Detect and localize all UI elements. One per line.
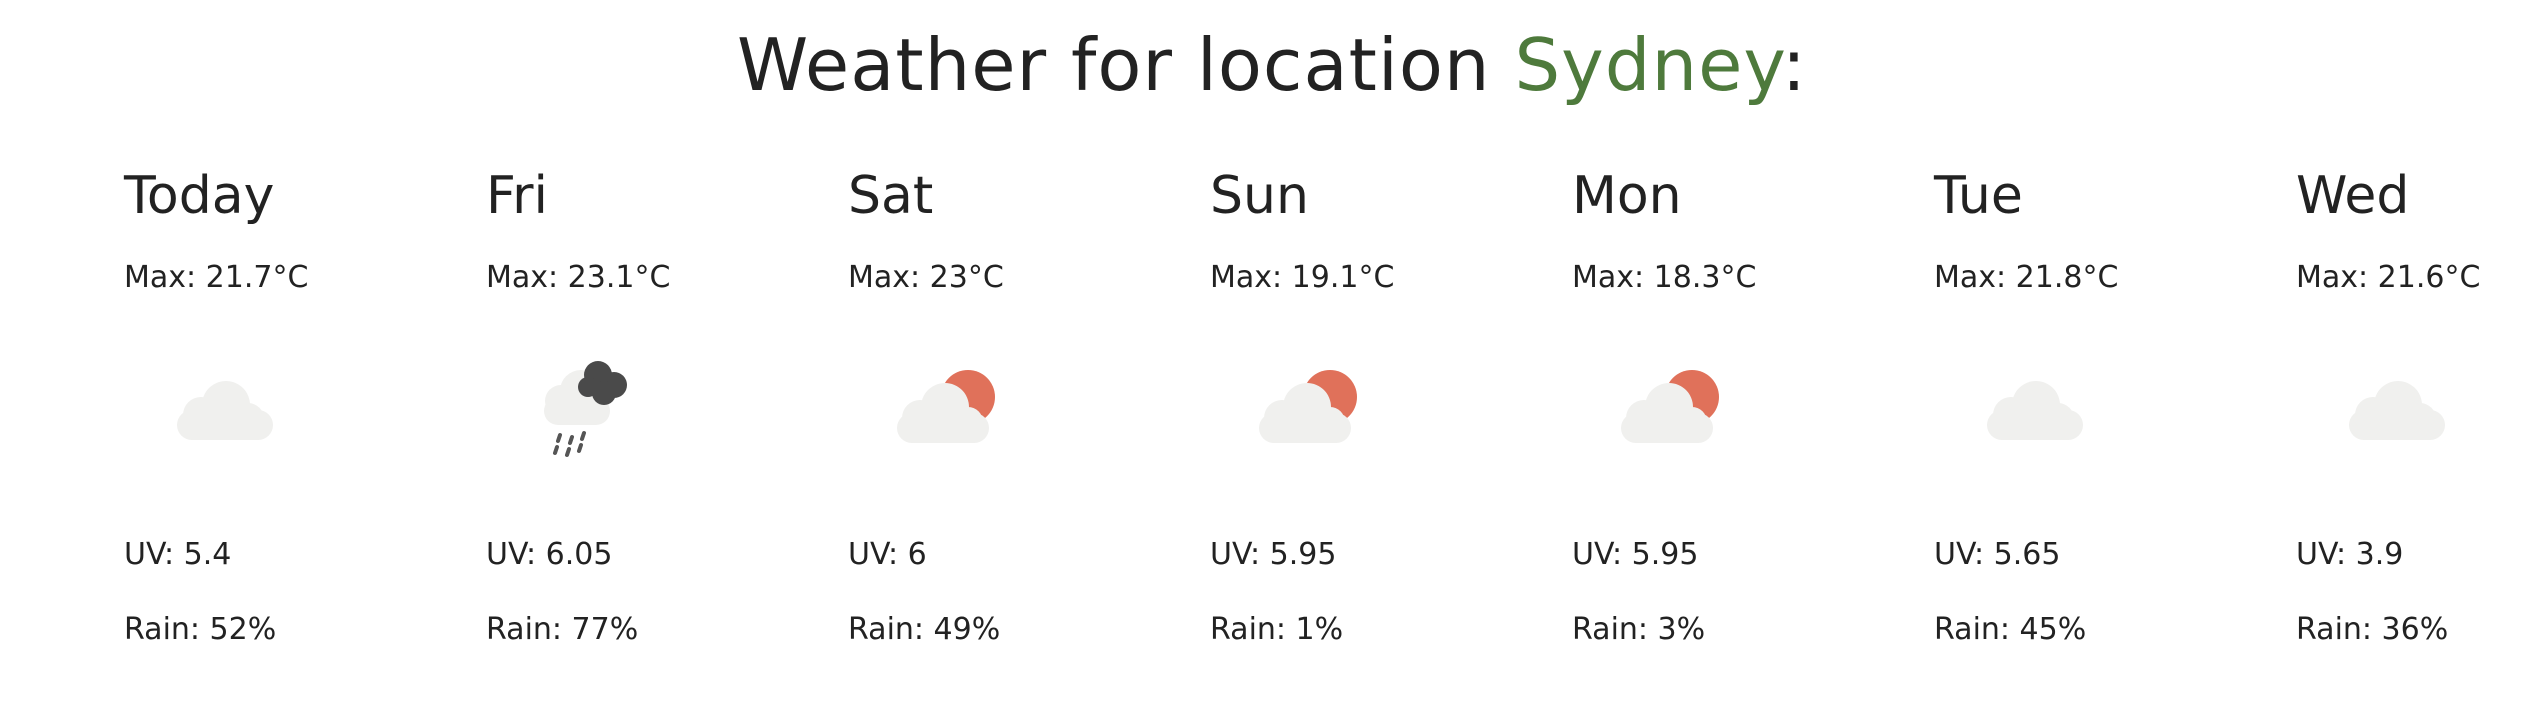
rain-chance: Rain: 3%: [1572, 612, 1706, 647]
max-temp: Max: 18.3°C: [1572, 260, 1757, 295]
day-name: Fri: [486, 166, 548, 226]
forecast-day-tue: Tue Max: 21.8°C UV: 5.65 Rain: 45%: [1934, 160, 2274, 680]
rain-cloud-icon: [506, 355, 636, 465]
max-temp: Max: 23°C: [848, 260, 1004, 295]
max-temp: Max: 21.7°C: [124, 260, 309, 295]
title-suffix: :: [1781, 23, 1808, 107]
max-temp: Max: 21.6°C: [2296, 260, 2481, 295]
uv-index: UV: 5.65: [1934, 537, 2061, 572]
partly-sunny-icon: [1230, 355, 1360, 465]
day-name: Sat: [848, 166, 934, 226]
forecast-day-sun: Sun Max: 19.1°C UV: 5.95 Rain: 1%: [1210, 160, 1550, 680]
cloud-icon: [2316, 355, 2446, 465]
forecast-day-sat: Sat Max: 23°C UV: 6 Rain: 49%: [848, 160, 1188, 680]
max-temp: Max: 23.1°C: [486, 260, 671, 295]
cloud-icon: [1954, 355, 2084, 465]
uv-index: UV: 5.4: [124, 537, 232, 572]
rain-chance: Rain: 52%: [124, 612, 277, 647]
uv-index: UV: 6: [848, 537, 927, 572]
partly-sunny-icon: [868, 355, 998, 465]
uv-index: UV: 3.9: [2296, 537, 2404, 572]
uv-index: UV: 5.95: [1572, 537, 1699, 572]
max-temp: Max: 21.8°C: [1934, 260, 2119, 295]
forecast-day-today: Today Max: 21.7°C UV: 5.4 Rain: 52%: [124, 160, 464, 680]
day-name: Today: [124, 166, 275, 226]
rain-chance: Rain: 49%: [848, 612, 1001, 647]
rain-chance: Rain: 45%: [1934, 612, 2087, 647]
cloud-icon: [144, 355, 274, 465]
uv-index: UV: 5.95: [1210, 537, 1337, 572]
location-name: Sydney: [1514, 23, 1782, 107]
day-name: Wed: [2296, 166, 2410, 226]
day-name: Mon: [1572, 166, 1682, 226]
rain-chance: Rain: 36%: [2296, 612, 2449, 647]
forecast-day-wed: Wed Max: 21.6°C UV: 3.9 Rain: 36%: [2296, 160, 2544, 680]
uv-index: UV: 6.05: [486, 537, 613, 572]
rain-chance: Rain: 77%: [486, 612, 639, 647]
rain-chance: Rain: 1%: [1210, 612, 1344, 647]
partly-sunny-icon: [1592, 355, 1722, 465]
day-name: Sun: [1210, 166, 1309, 226]
day-name: Tue: [1934, 166, 2023, 226]
forecast-day-mon: Mon Max: 18.3°C UV: 5.95 Rain: 3%: [1572, 160, 1912, 680]
page-title: Weather for location Sydney:: [0, 20, 2544, 110]
title-prefix: Weather for location: [736, 23, 1515, 107]
forecast-day-fri: Fri Max: 23.1°C UV: 6.05 Rain: 77%: [486, 160, 826, 680]
forecast-row: Today Max: 21.7°C UV: 5.4 Rain: 52% Fri …: [124, 160, 2544, 680]
max-temp: Max: 19.1°C: [1210, 260, 1395, 295]
